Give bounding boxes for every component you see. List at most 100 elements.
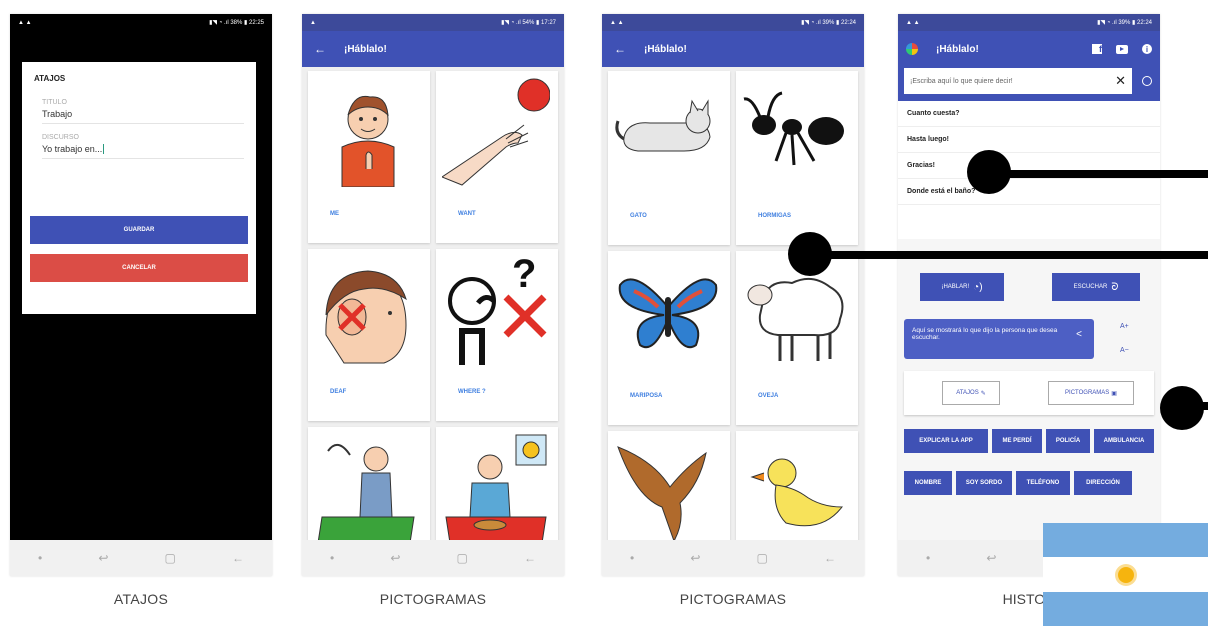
pictogram-card-pato[interactable] xyxy=(736,431,858,540)
argentina-flag xyxy=(1043,523,1208,626)
recent-apps-button[interactable]: ↩ xyxy=(986,551,996,565)
titulo-value: Trabajo xyxy=(42,109,73,119)
pictogram-card-mariposa[interactable]: MARIPOSA xyxy=(608,251,730,425)
pictogramas-button[interactable]: PICTOGRAMAS ▣ xyxy=(1048,381,1134,405)
share-icon[interactable]: < xyxy=(1076,329,1082,340)
titulo-label: TITULO xyxy=(42,99,67,106)
pictogram-label: HORMIGAS xyxy=(758,213,791,219)
flag-stripe-middle xyxy=(1043,557,1208,592)
back-arrow-icon[interactable]: ← xyxy=(614,42,626,56)
search-placeholder: ¡Escriba aquí lo que quiere decir! xyxy=(910,77,1013,85)
pictogram-card-me[interactable]: ME xyxy=(308,71,430,243)
app-bar: ← ¡Háblalo! xyxy=(602,31,864,67)
titulo-field[interactable]: TITULO Trabajo xyxy=(42,99,244,124)
app-bar: ← ¡Háblalo! xyxy=(302,31,564,67)
hablar-button[interactable]: ¡HABLAR! ◔) xyxy=(920,273,1004,301)
android-nav-bar: • ↩ ▢ ← xyxy=(602,540,864,576)
status-bar: ▲ ▮◥ ◔ .ıl 54% ▮ 17:27 xyxy=(302,14,564,31)
back-arrow-icon[interactable]: ← xyxy=(314,42,326,56)
flag-stripe-top xyxy=(1043,523,1208,557)
pictogram-card-hormigas[interactable]: HORMIGAS xyxy=(736,71,858,245)
duck-icon xyxy=(750,458,844,527)
pictogram-label: ME xyxy=(330,211,339,217)
recent-apps-button[interactable]: ↩ xyxy=(98,551,108,565)
history-item[interactable]: Hasta luego! xyxy=(898,127,1160,153)
hand-reaching-ball-icon xyxy=(442,78,550,186)
pictogram-card-pajaro[interactable] xyxy=(608,431,730,540)
search-input[interactable]: ¡Escriba aquí lo que quiere decir! ✕ xyxy=(904,68,1132,94)
message-text: Aquí se mostrará lo que dijo la persona … xyxy=(912,327,1058,341)
history-item[interactable]: Donde está el baño? xyxy=(898,179,1160,205)
phone-pictogramas-2: ▲ ▲ ▮◥ ◔ .ıl 39% ▮ 22:24 ← ¡Háblalo! GAT… xyxy=(602,14,864,576)
home-button[interactable]: ▢ xyxy=(757,551,768,565)
pictogram-label: WHERE ? xyxy=(458,389,486,395)
shortcut-chip[interactable]: AMBULANCIA xyxy=(1094,429,1154,453)
shortcut-chip[interactable]: DIRECCIÓN xyxy=(1074,471,1132,495)
cancelar-button[interactable]: CANCELAR xyxy=(30,254,248,282)
status-right: ▮◥ ◔ .ıl 54% ▮ 17:27 xyxy=(501,20,556,26)
home-button[interactable]: ▢ xyxy=(457,551,468,565)
sheep-icon xyxy=(747,277,844,361)
atajos-button[interactable]: ATAJOS ✎ xyxy=(942,381,1000,405)
status-left: ▲ ▲ xyxy=(610,19,624,26)
recent-apps-button[interactable]: ↩ xyxy=(390,551,400,565)
discurso-field[interactable]: DISCURSO Yo trabajo en... xyxy=(42,134,244,159)
back-button[interactable]: ← xyxy=(232,551,244,565)
pictogram-card-oveja[interactable]: OVEJA xyxy=(736,251,858,425)
info-icon[interactable]: i xyxy=(1142,44,1152,54)
search-row: ¡Escriba aquí lo que quiere decir! ✕ xyxy=(898,67,1160,101)
annotation-line xyxy=(1180,402,1208,410)
ant-icon xyxy=(743,91,844,166)
shortcut-chip[interactable]: POLICÍA xyxy=(1046,429,1090,453)
pictogram-card-breakfast[interactable] xyxy=(436,427,558,540)
nav-dot: • xyxy=(330,551,335,565)
back-button[interactable]: ← xyxy=(524,551,536,565)
pictogram-card-want[interactable]: WANT xyxy=(436,71,558,243)
caption-pictogramas-1: PICTOGRAMAS xyxy=(379,591,487,607)
font-decrease-button[interactable]: A− xyxy=(1120,347,1129,354)
shortcut-chip[interactable]: NOMBRE xyxy=(904,471,952,495)
ear-icon: ᘐ xyxy=(1111,281,1119,293)
history-clock-icon[interactable] xyxy=(1142,76,1152,86)
recent-apps-button[interactable]: ↩ xyxy=(690,551,700,565)
status-right: ▮◥ ◔ .ıl 38% ▮ 22:25 xyxy=(209,20,264,26)
shortcut-chip[interactable]: SOY SORDO xyxy=(956,471,1012,495)
nav-card: ATAJOS ✎ PICTOGRAMAS ▣ xyxy=(904,371,1154,415)
pictogram-label: MARIPOSA xyxy=(630,393,663,399)
home-button[interactable]: ▢ xyxy=(165,551,176,565)
annotation-line xyxy=(820,251,1208,259)
history-item[interactable]: Cuanto cuesta? xyxy=(898,101,1160,127)
youtube-icon[interactable] xyxy=(1116,44,1128,54)
phone-pictogramas-1: ▲ ▮◥ ◔ .ıl 54% ▮ 17:27 ← ¡Háblalo! ME WA xyxy=(302,14,564,576)
cat-icon xyxy=(615,99,711,152)
caption-atajos: ATAJOS xyxy=(113,591,169,607)
pictogram-card-where[interactable]: ? WHERE ? xyxy=(436,249,558,421)
shortcut-chip[interactable]: ME PERDÍ xyxy=(992,429,1042,453)
message-box: Aquí se mostrará lo que dijo la persona … xyxy=(904,319,1094,359)
pictogram-card-gato[interactable]: GATO xyxy=(608,71,730,245)
app-title: ¡Háblalo! xyxy=(936,43,979,55)
status-right: ▮◥ ◔ .ıl 39% ▮ 22:24 xyxy=(1097,20,1152,26)
font-increase-button[interactable]: A+ xyxy=(1120,323,1129,330)
app-title: ¡Háblalo! xyxy=(344,43,387,55)
pictogram-card-deaf[interactable]: DEAF xyxy=(308,249,430,421)
main-panel: ¡HABLAR! ◔) ESCUCHAR ᘐ Aquí se mostrará lo… xyxy=(898,239,1160,540)
back-button[interactable]: ← xyxy=(824,551,836,565)
guardar-button[interactable]: GUARDAR xyxy=(30,216,248,244)
status-left: ▲ xyxy=(310,19,316,26)
status-right: ▮◥ ◔ .ıl 39% ▮ 22:24 xyxy=(801,20,856,26)
nav-dot: • xyxy=(38,551,43,565)
pictogram-label: OVEJA xyxy=(758,393,779,399)
escuchar-button[interactable]: ESCUCHAR ᘐ xyxy=(1052,273,1140,301)
android-nav-bar: • ↩ ▢ ← xyxy=(10,540,272,576)
shortcut-row-2: NOMBRE SOY SORDO TELÉFONO DIRECCIÓN xyxy=(904,471,1132,495)
facebook-icon[interactable]: f xyxy=(1092,44,1102,54)
pictogram-card-wake[interactable] xyxy=(308,427,430,540)
status-bar: ▲ ▲ ▮◥ ◔ .ıl 39% ▮ 22:24 xyxy=(898,14,1160,31)
image-icon: ▣ xyxy=(1111,390,1117,397)
shortcut-chip[interactable]: EXPLICAR LA APP xyxy=(904,429,988,453)
pictogram-grid: GATO HORMIGAS MARIPOSA OVEJA xyxy=(602,67,864,540)
pictogramas-label: PICTOGRAMAS xyxy=(1065,390,1110,396)
shortcut-chip[interactable]: TELÉFONO xyxy=(1016,471,1070,495)
clear-icon[interactable]: ✕ xyxy=(1115,73,1126,89)
